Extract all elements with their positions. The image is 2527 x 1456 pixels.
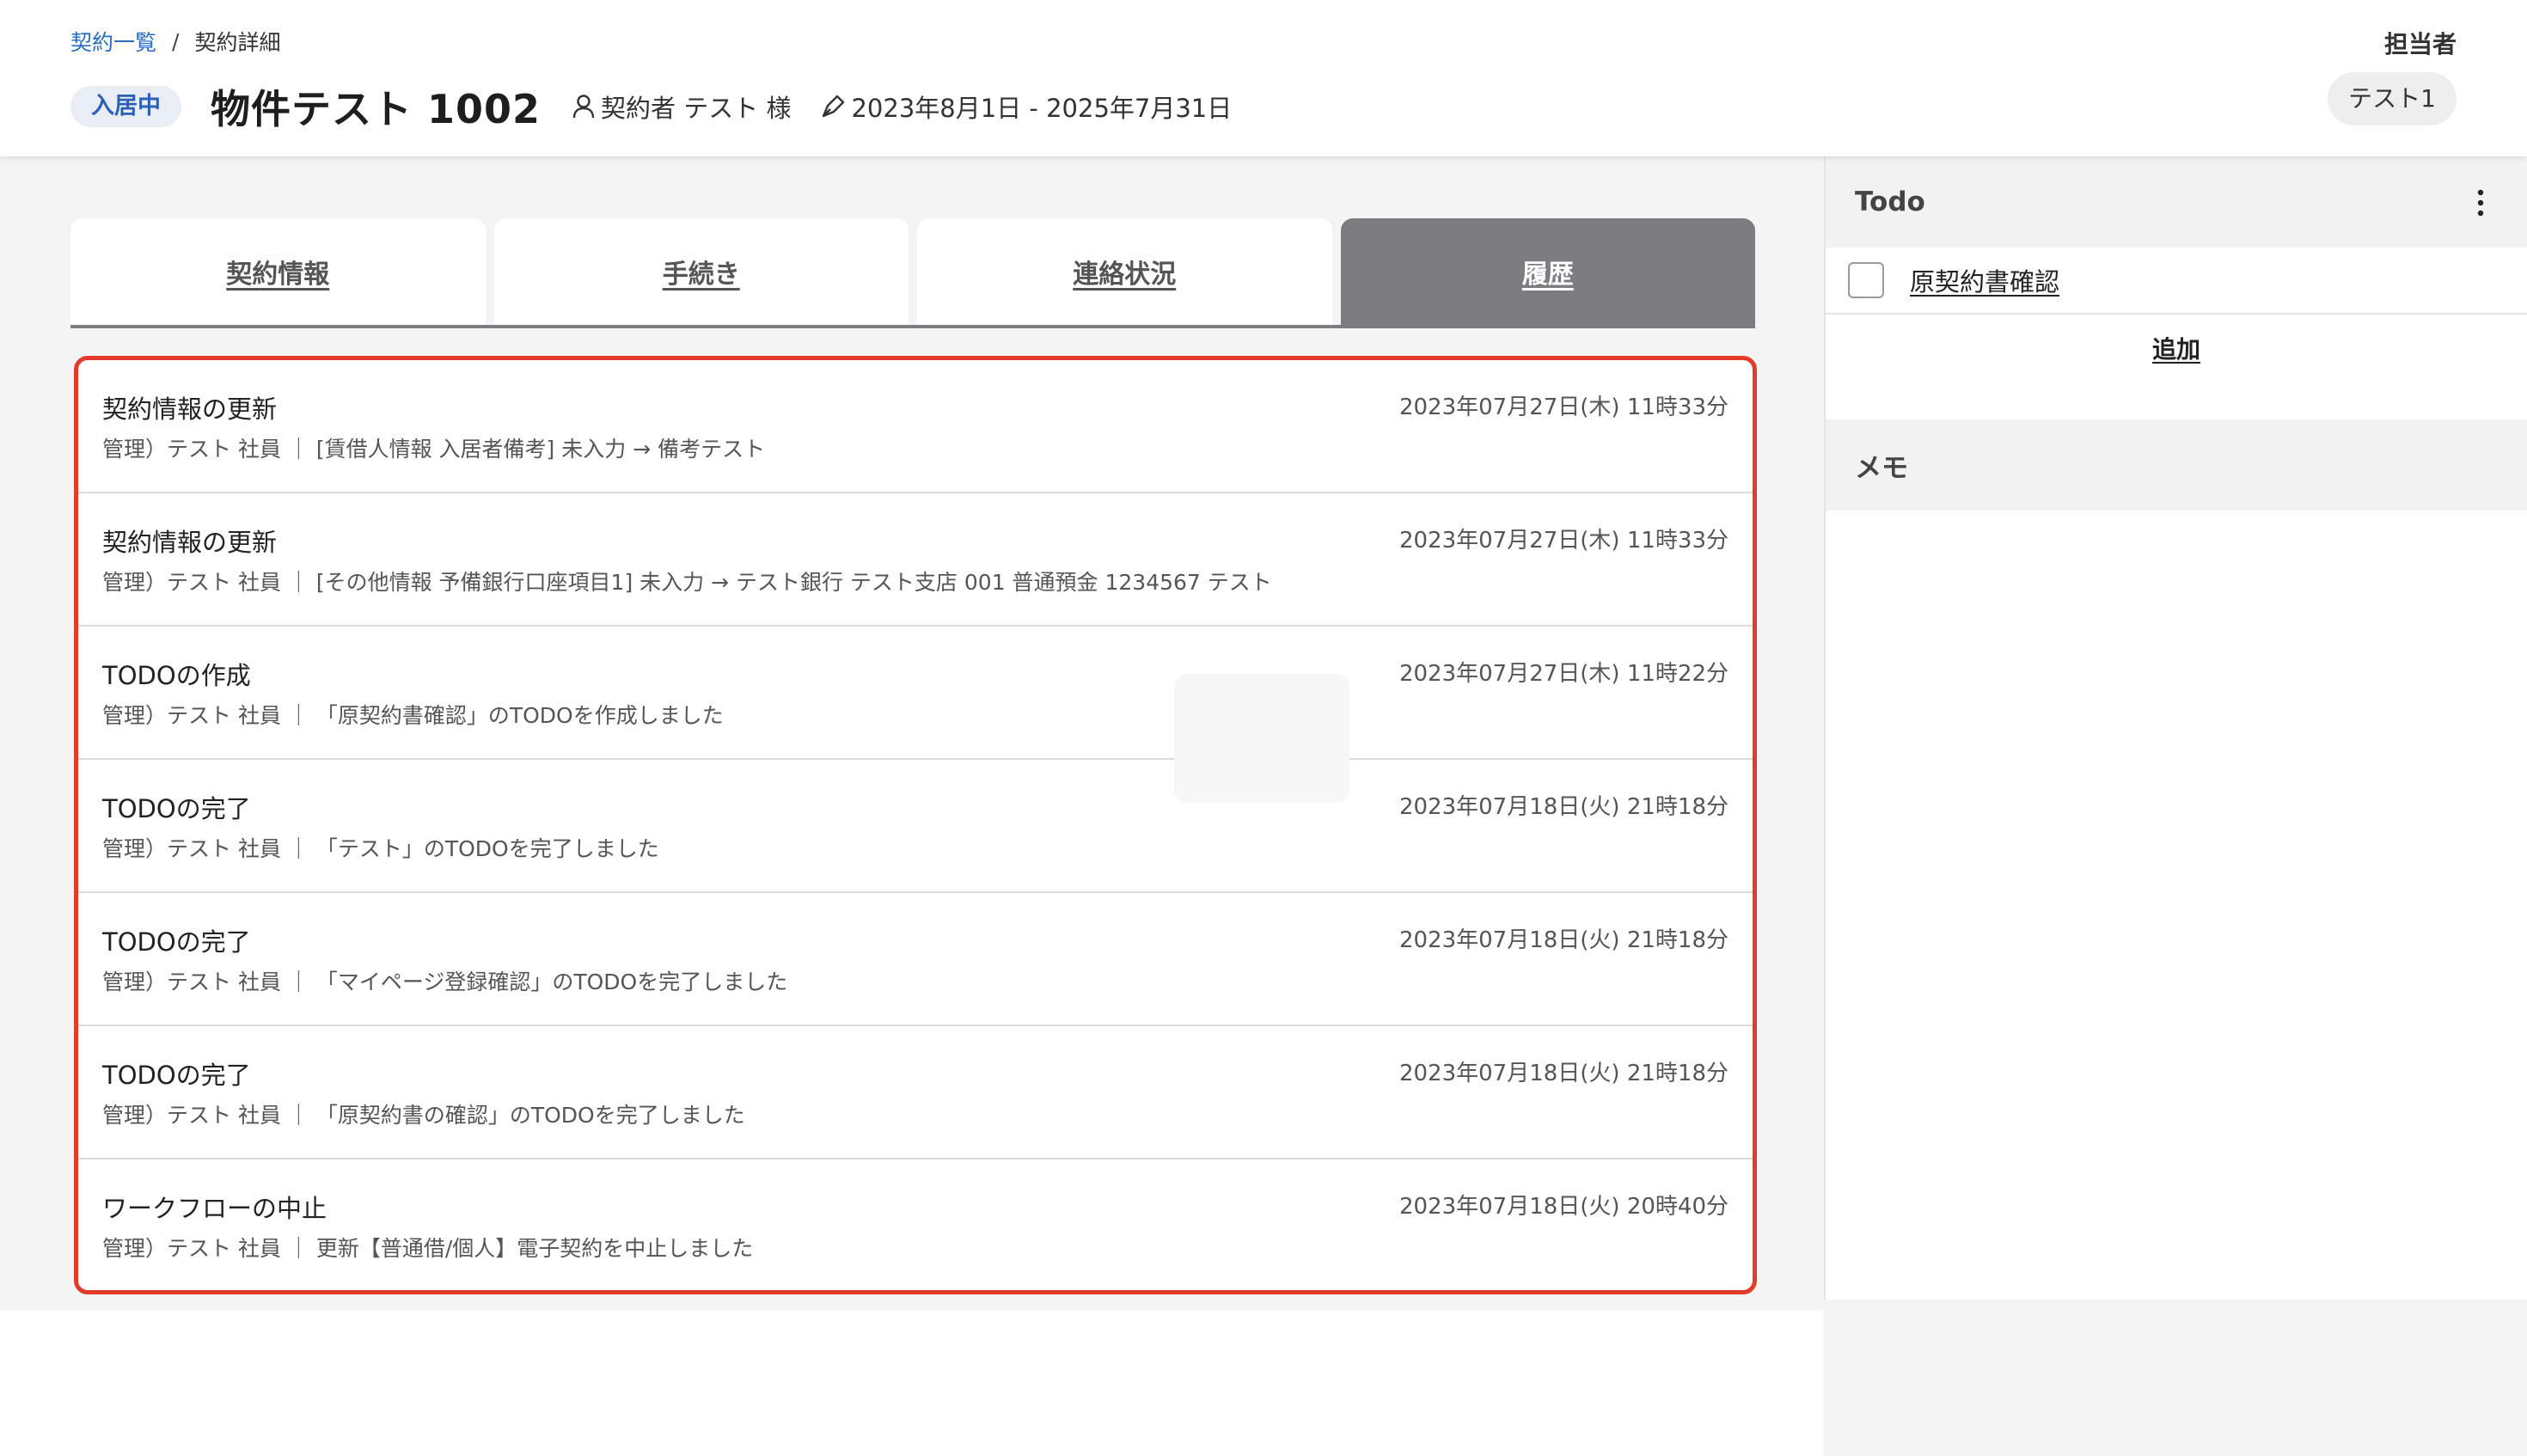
title-row: 入居中 物件テスト 1002 契約者 テスト 様 2023年8月1日 - 202… <box>70 81 1261 132</box>
main-content: 契約情報 手続き 連絡状況 履歴 契約情報の更新 管理）テスト 社員 ｜ [賃借… <box>0 156 1824 1456</box>
history-item: TODOの完了 管理）テスト 社員 ｜ 「原契約書の確認」のTODOを完了しまし… <box>78 1026 1753 1159</box>
todo-panel-header: Todo <box>1826 156 2527 248</box>
tab-contract-info[interactable]: 契約情報 <box>70 218 486 325</box>
history-item-title: 契約情報の更新 <box>102 395 278 424</box>
breadcrumb-contract-list-link[interactable]: 契約一覧 <box>70 26 156 57</box>
history-item: 契約情報の更新 管理）テスト 社員 ｜ [賃借人情報 入居者備考] 未入力 → … <box>78 360 1753 493</box>
person-icon <box>572 95 595 119</box>
tab-procedures[interactable]: 手続き <box>493 218 909 325</box>
history-item-title: TODOの完了 <box>102 927 251 957</box>
tab-bar: 契約情報 手続き 連絡状況 履歴 <box>70 218 1755 328</box>
history-item: TODOの完了 管理）テスト 社員 ｜ 「マイページ登録確認」のTODOを完了し… <box>78 893 1753 1026</box>
add-todo-link[interactable]: 追加 <box>1826 315 2527 382</box>
page-title: 物件テスト 1002 <box>211 86 542 132</box>
breadcrumb: 契約一覧 / 契約詳細 <box>70 26 280 57</box>
history-item-time: 2023年07月18日(火) 20時40分 <box>1398 1194 1729 1220</box>
memo-panel-title: メモ <box>1855 452 1908 484</box>
breadcrumb-current: 契約詳細 <box>194 30 281 55</box>
history-item: ワークフローの中止 管理）テスト 社員 ｜ 更新【普通借/個人】電子契約を中止し… <box>78 1159 1753 1290</box>
history-list: 契約情報の更新 管理）テスト 社員 ｜ [賃借人情報 入居者備考] 未入力 → … <box>74 356 1757 1294</box>
breadcrumb-separator: / <box>172 28 180 54</box>
history-item-time: 2023年07月27日(木) 11時33分 <box>1398 528 1729 554</box>
history-item-time: 2023年07月18日(火) 21時18分 <box>1398 927 1729 953</box>
contract-period-text: 2023年8月1日 - 2025年7月31日 <box>851 94 1233 123</box>
history-item-title: TODOの完了 <box>102 1061 251 1090</box>
main-background-lower <box>0 1310 1824 1456</box>
side-panel: Todo 原契約書確認 追加 メモ <box>1824 156 2527 1300</box>
history-item-time: 2023年07月27日(木) 11時22分 <box>1398 661 1729 687</box>
history-item-title: 契約情報の更新 <box>102 528 278 557</box>
history-item-detail: 管理）テスト 社員 ｜ 更新【普通借/個人】電子契約を中止しました <box>102 1236 754 1261</box>
history-item-detail: 管理）テスト 社員 ｜ 「マイページ登録確認」のTODOを完了しました <box>102 970 788 994</box>
contract-period: 2023年8月1日 - 2025年7月31日 <box>820 89 1232 125</box>
page-header: 契約一覧 / 契約詳細 入居中 物件テスト 1002 契約者 テスト 様 202… <box>0 0 2527 156</box>
assignee-chip[interactable]: テスト1 <box>2328 72 2457 125</box>
status-badge: 入居中 <box>70 86 181 127</box>
contractor-name: 契約者 テスト 様 <box>601 94 792 123</box>
memo-panel-header: メモ <box>1826 419 2527 511</box>
history-item-detail: 管理）テスト 社員 ｜ [賃借人情報 入居者備考] 未入力 → 備考テスト <box>102 437 766 462</box>
todo-panel-title: Todo <box>1855 187 1925 217</box>
history-item-title: ワークフローの中止 <box>102 1194 327 1223</box>
todo-checkbox[interactable] <box>1848 262 1884 298</box>
history-item-title: TODOの作成 <box>102 661 251 690</box>
tab-history[interactable]: 履歴 <box>1340 218 1755 325</box>
floating-overlay <box>1174 674 1349 803</box>
history-item-title: TODOの完了 <box>102 794 251 823</box>
history-item-detail: 管理）テスト 社員 ｜ [その他情報 予備銀行口座項目1] 未入力 → テスト銀… <box>102 570 1272 595</box>
assignee-section: 担当者 テスト1 <box>2328 26 2457 125</box>
history-item-time: 2023年07月18日(火) 21時18分 <box>1398 1061 1729 1086</box>
assignee-label: 担当者 <box>2383 30 2457 58</box>
history-item: TODOの完了 管理）テスト 社員 ｜ 「テスト」のTODOを完了しました 20… <box>78 760 1753 893</box>
tab-contact-status[interactable]: 連絡状況 <box>917 218 1332 325</box>
more-options-icon[interactable] <box>2477 189 2484 217</box>
history-item-detail: 管理）テスト 社員 ｜ 「原契約書確認」のTODOを作成しました <box>102 703 724 728</box>
history-item-time: 2023年07月18日(火) 21時18分 <box>1398 794 1729 820</box>
history-item-time: 2023年07月27日(木) 11時33分 <box>1398 395 1729 420</box>
history-item-detail: 管理）テスト 社員 ｜ 「テスト」のTODOを完了しました <box>102 836 659 861</box>
history-item: 契約情報の更新 管理）テスト 社員 ｜ [その他情報 予備銀行口座項目1] 未入… <box>78 493 1753 627</box>
todo-item: 原契約書確認 <box>1826 248 2527 315</box>
contractor-info: 契約者 テスト 様 <box>572 89 791 125</box>
history-item: TODOの作成 管理）テスト 社員 ｜ 「原契約書確認」のTODOを作成しました… <box>78 627 1753 760</box>
todo-item-label[interactable]: 原契約書確認 <box>1910 262 2059 298</box>
pen-nib-icon <box>823 95 845 118</box>
history-item-detail: 管理）テスト 社員 ｜ 「原契約書の確認」のTODOを完了しました <box>102 1103 745 1128</box>
